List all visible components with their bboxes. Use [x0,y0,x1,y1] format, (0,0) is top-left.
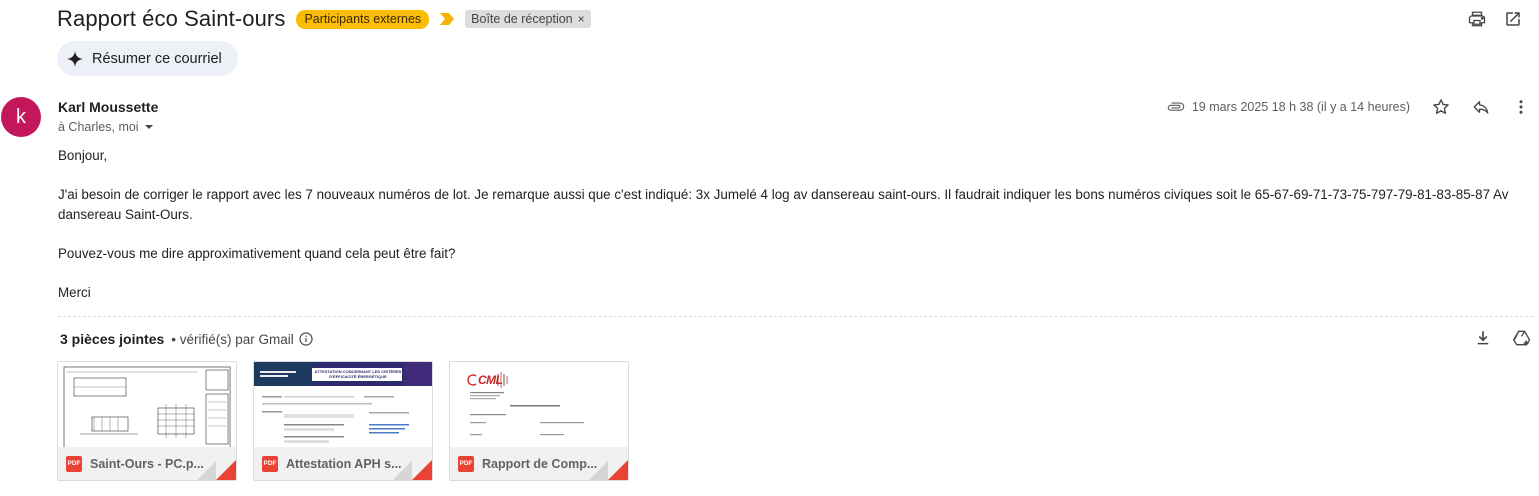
page-fold [590,460,608,480]
attachments-actions [1473,328,1539,348]
label-inbox-text: Boîte de réception [471,12,573,26]
summarize-label: Résumer ce courriel [92,50,222,67]
attachment-footer: PDF Saint-Ours - PC.p... [58,447,236,480]
attachment-thumbnail [58,362,236,448]
attachment-thumbnail: ATTESTATION CONCERNANT LES CRITÈRES D'EF… [254,362,432,448]
page-corner [608,460,628,480]
pdf-file-icon: PDF [262,455,278,472]
body-paragraph-1: J'ai besoin de corriger le rapport avec … [58,187,1509,222]
reply-icon[interactable] [1471,97,1491,117]
sender-name[interactable]: Karl Moussette [58,99,158,115]
download-icon[interactable] [1473,328,1493,348]
attachment-footer: PDF Attestation APH s... [254,447,432,480]
attachment-card[interactable]: ATTESTATION CONCERNANT LES CRITÈRES D'EF… [253,361,433,481]
thumbnail-heading: ATTESTATION CONCERNANT LES CRITÈRES D'EF… [314,369,402,379]
summarize-button[interactable]: Résumer ce courriel [57,41,238,76]
more-vert-icon[interactable] [1511,97,1531,117]
info-icon[interactable] [299,332,313,346]
message-meta: 19 mars 2025 18 h 38 (il y a 14 heures) [1167,97,1539,117]
page-corner [412,460,432,480]
label-inbox: Boîte de réception × [465,10,591,28]
attachment-footer: PDF Rapport de Comp... [450,447,628,480]
pdf-file-icon: PDF [66,455,82,472]
attachments-divider [58,316,1533,317]
recipients: à Charles, moi [58,120,154,134]
page-corner [216,460,236,480]
caret-down-icon[interactable] [144,122,154,132]
subject-row: Rapport éco Saint-ours Participants exte… [57,4,591,34]
avatar[interactable]: k [1,97,41,137]
pdf-file-icon: PDF [458,455,474,472]
print-icon[interactable] [1467,9,1487,29]
paperclip-icon [1167,98,1185,116]
open-in-new-window-icon[interactable] [1503,9,1523,29]
attachments-header: 3 pièces jointes • vérifié(s) par Gmail [60,330,313,348]
attachment-card[interactable]: PDF Saint-Ours - PC.p... [57,361,237,481]
importance-marker-icon[interactable] [440,13,455,25]
message-date: 19 mars 2025 18 h 38 (il y a 14 heures) [1191,100,1410,114]
attachments-count: 3 pièces jointes [60,331,165,347]
label-external-participants[interactable]: Participants externes [296,9,430,29]
attachments-verified: • vérifié(s) par Gmail [171,331,294,347]
page-fold [198,460,216,480]
body-greeting: Bonjour, [58,148,108,163]
remove-label-button[interactable]: × [578,12,585,26]
page-fold [394,460,412,480]
attachment-filename: Rapport de Comp... [482,456,598,471]
recipients-text: à Charles, moi [58,120,139,134]
top-actions [1467,9,1539,29]
attachment-card[interactable]: CML PDF Rapport de Comp... [449,361,629,481]
attachment-filename: Saint-Ours - PC.p... [90,456,204,471]
body-paragraph-2: Pouvez-vous me dire approximativement qu… [58,245,456,261]
thumbnail-logo: CML [478,373,503,387]
message-body: Bonjour, J'ai besoin de corriger le rapp… [58,146,1536,302]
attachment-thumbnail: CML [450,362,628,448]
add-to-drive-icon[interactable] [1512,328,1532,348]
sparkle-icon [67,50,83,67]
attachment-filename: Attestation APH s... [286,456,402,471]
body-closing: Merci [58,284,91,300]
email-subject: Rapport éco Saint-ours [57,6,286,31]
star-icon[interactable] [1431,97,1451,117]
